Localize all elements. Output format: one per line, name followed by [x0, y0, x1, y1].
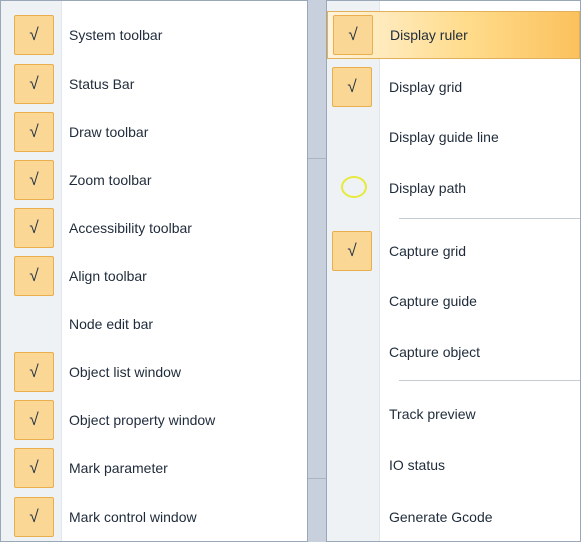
menu-item-io-status[interactable]: IO status: [327, 441, 580, 489]
check-icon: √: [14, 64, 54, 104]
menu-item-label: Capture object: [389, 344, 481, 360]
menu-item-label: Generate Gcode: [389, 509, 493, 525]
menu-item-label: Accessibility toolbar: [69, 220, 192, 236]
menu-separator: [399, 380, 580, 381]
view-toolbars-menu: √ System toolbar √ Status Bar √ Draw too…: [0, 0, 308, 542]
menu-item-object-list-window[interactable]: √ Object list window: [1, 348, 307, 396]
menu-item-label: IO status: [389, 457, 446, 473]
menu-item-label: Display path: [389, 180, 467, 196]
check-icon: √: [14, 352, 54, 392]
menu-item-capture-object[interactable]: Capture object: [327, 328, 580, 376]
menu-item-label: Node edit bar: [69, 316, 154, 332]
check-icon: √: [14, 497, 54, 537]
menu-item-track-preview[interactable]: Track preview: [327, 390, 580, 438]
menu-item-generate-gcode[interactable]: Generate Gcode: [327, 493, 580, 541]
check-icon: √: [332, 67, 372, 107]
menu-item-display-path[interactable]: Display path: [327, 164, 580, 212]
menu-item-mark-control-window[interactable]: √ Mark control window: [1, 493, 307, 541]
check-icon: √: [333, 15, 373, 55]
divider: [308, 158, 326, 159]
check-icon: √: [14, 112, 54, 152]
menu-separator: [399, 218, 580, 219]
menu-item-label: Display ruler: [390, 27, 468, 43]
check-icon: √: [14, 160, 54, 200]
menu-item-object-property-window[interactable]: √ Object property window: [1, 396, 307, 444]
menu-item-align-toolbar[interactable]: √ Align toolbar: [1, 252, 307, 300]
divider: [308, 478, 326, 479]
menu-item-label: Align toolbar: [69, 268, 147, 284]
menu-item-node-edit-bar[interactable]: Node edit bar: [1, 300, 307, 348]
menu-item-display-grid[interactable]: √ Display grid: [327, 63, 580, 111]
menu-item-capture-grid[interactable]: √ Capture grid: [327, 227, 580, 275]
check-icon: √: [332, 231, 372, 271]
menu-item-label: Capture guide: [389, 293, 477, 309]
window-background: [308, 0, 326, 542]
check-icon: √: [14, 448, 54, 488]
menu-item-zoom-toolbar[interactable]: √ Zoom toolbar: [1, 156, 307, 204]
menu-item-status-bar[interactable]: √ Status Bar: [1, 60, 307, 108]
menu-item-label: Object list window: [69, 364, 182, 380]
menu-item-display-guide-line[interactable]: Display guide line: [327, 113, 580, 161]
check-icon: √: [14, 208, 54, 248]
check-icon: √: [14, 256, 54, 296]
path-circle-icon: [341, 176, 367, 198]
menu-item-accessibility-toolbar[interactable]: √ Accessibility toolbar: [1, 204, 307, 252]
menu-item-label: Capture grid: [389, 243, 467, 259]
menu-item-label: Display guide line: [389, 129, 499, 145]
menu-item-label: Status Bar: [69, 76, 135, 92]
menu-item-draw-toolbar[interactable]: √ Draw toolbar: [1, 108, 307, 156]
menu-item-system-toolbar[interactable]: √ System toolbar: [1, 11, 307, 59]
check-icon: √: [14, 15, 54, 55]
menu-item-label: Display grid: [389, 79, 463, 95]
menu-item-label: Mark control window: [69, 509, 197, 525]
check-icon: √: [14, 400, 54, 440]
menu-item-label: Mark parameter: [69, 460, 168, 476]
menu-item-label: Object property window: [69, 412, 216, 428]
menu-item-display-ruler[interactable]: √ Display ruler: [327, 11, 580, 59]
menu-item-label: Zoom toolbar: [69, 172, 152, 188]
menu-item-mark-parameter[interactable]: √ Mark parameter: [1, 444, 307, 492]
view-display-menu: √ Display ruler √ Display grid Display g…: [326, 0, 581, 542]
menu-item-label: System toolbar: [69, 27, 163, 43]
menu-item-capture-guide[interactable]: Capture guide: [327, 277, 580, 325]
menu-item-label: Draw toolbar: [69, 124, 149, 140]
menu-item-label: Track preview: [389, 406, 476, 422]
